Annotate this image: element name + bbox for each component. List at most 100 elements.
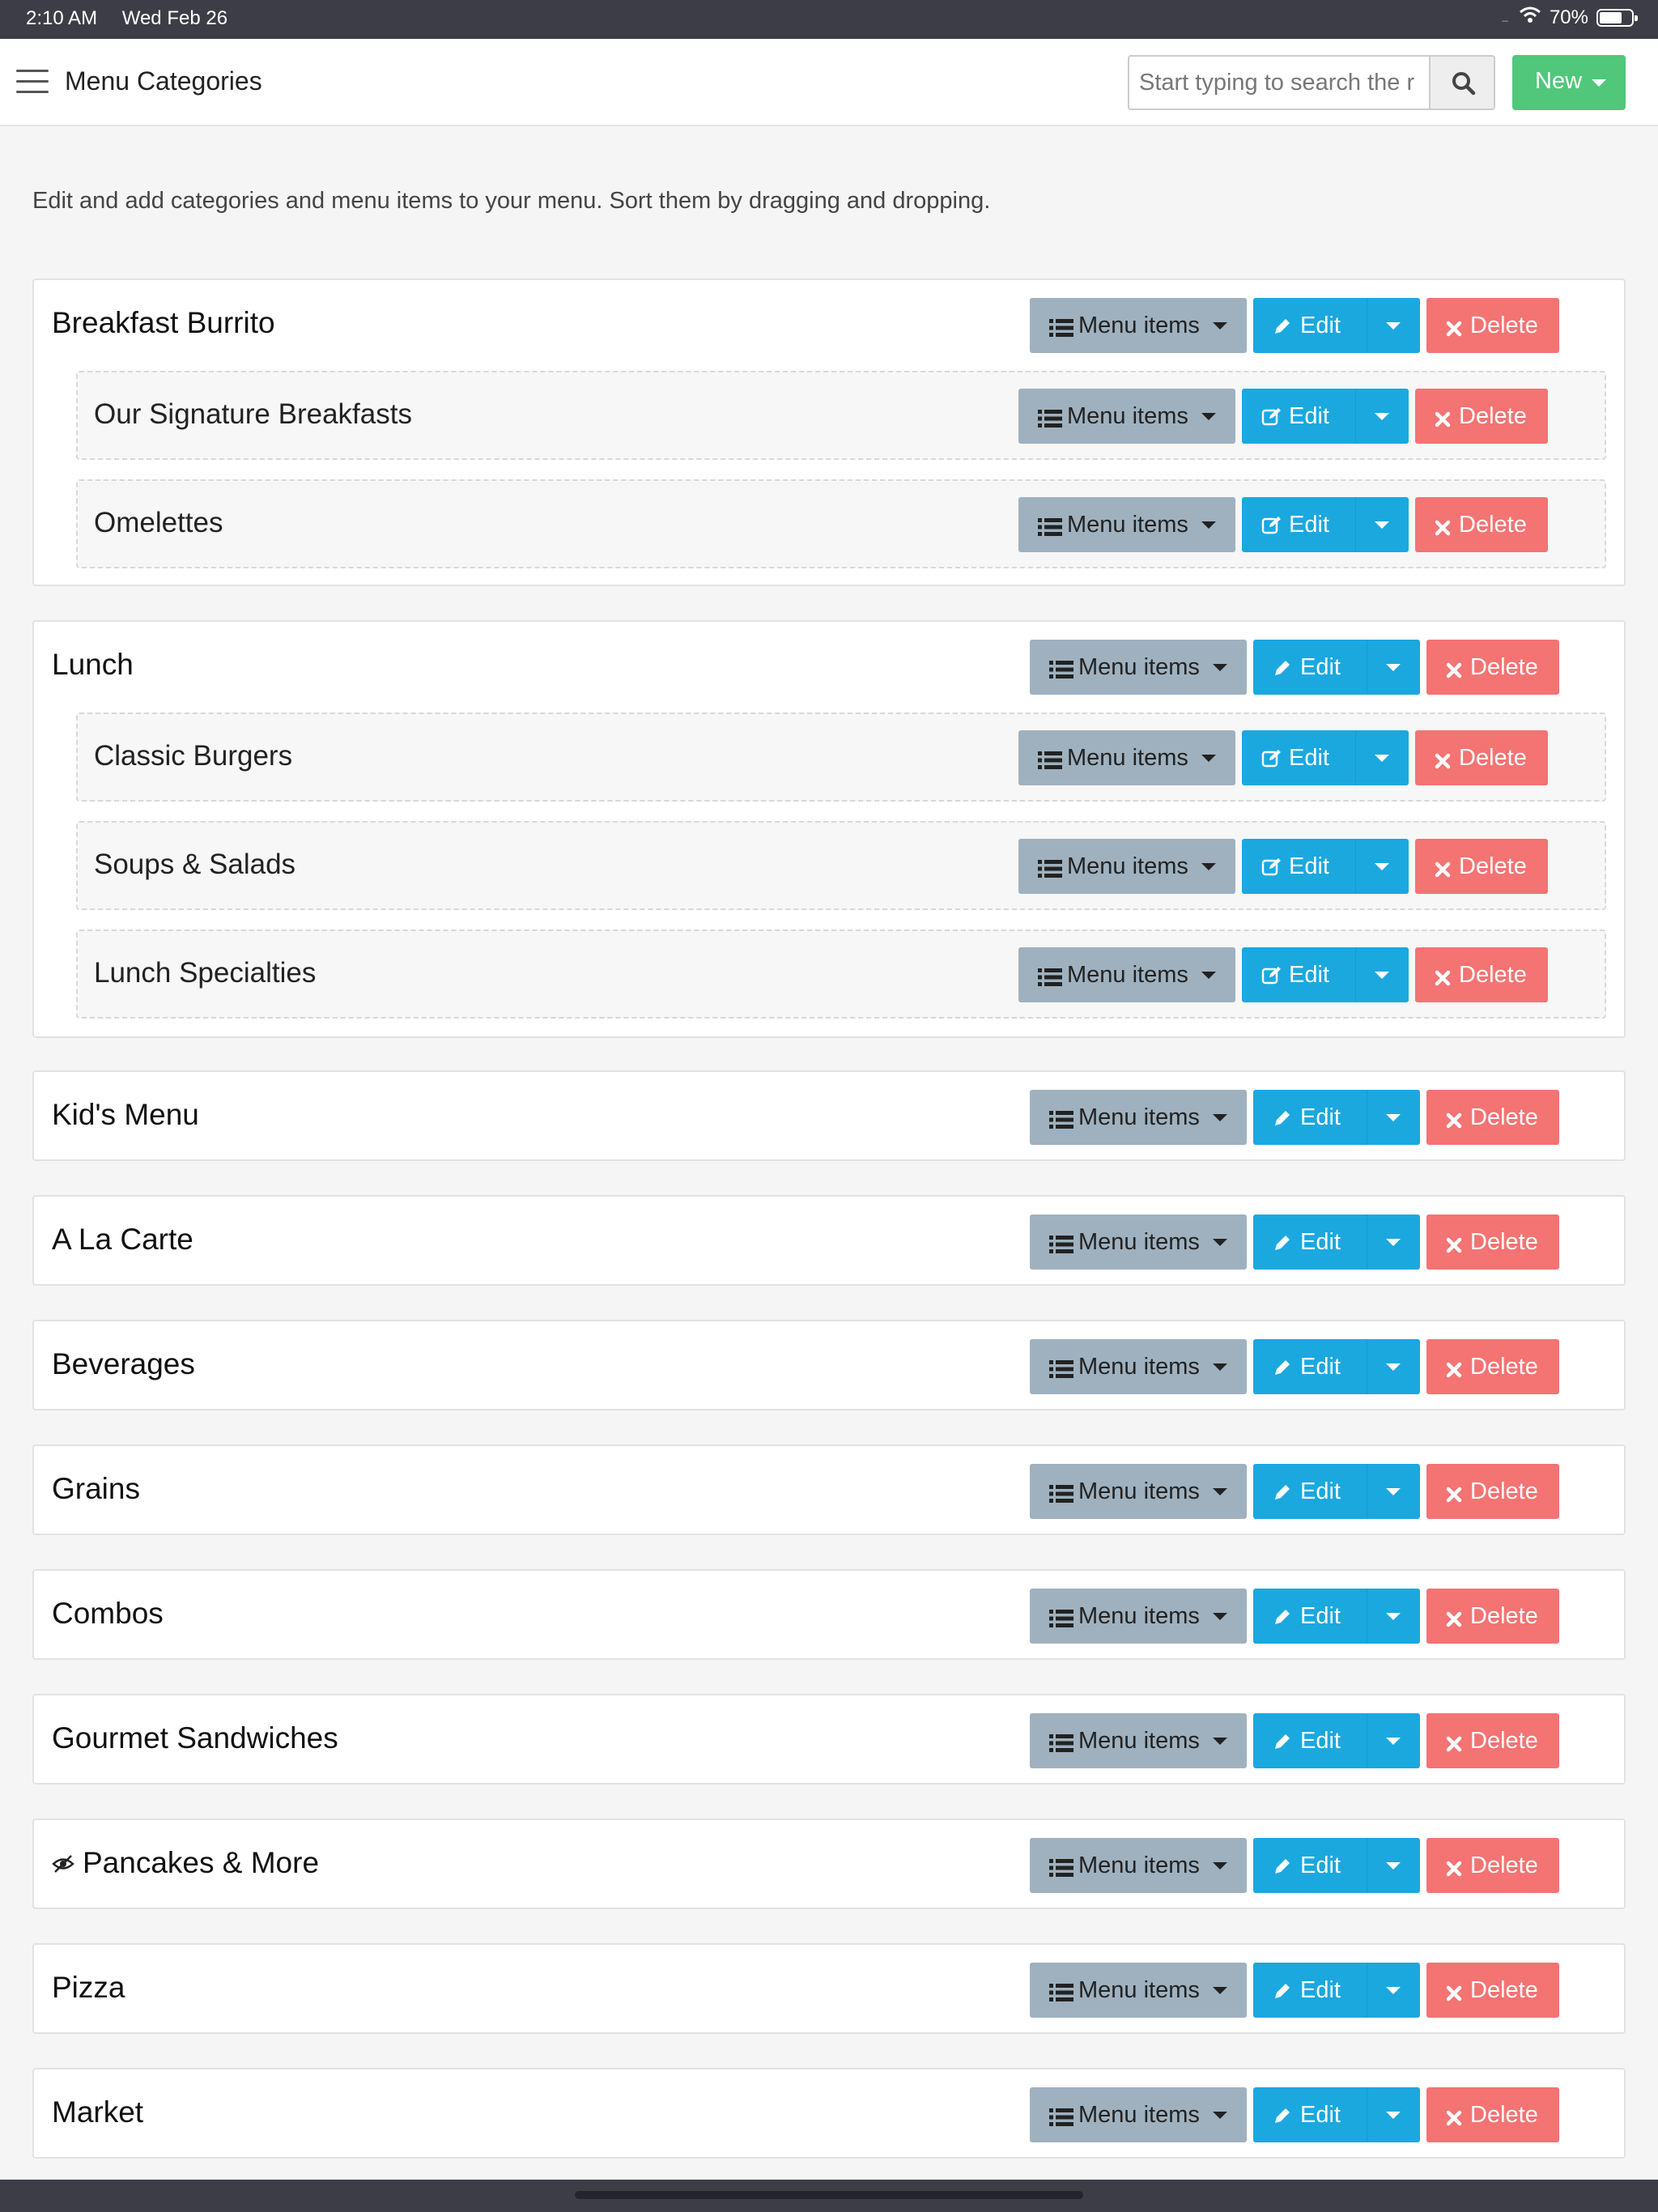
- pencil-icon: [1273, 1980, 1292, 2007]
- subcategory-card[interactable]: Our Signature Breakfasts Menu items Edit De…: [76, 371, 1606, 460]
- hamburger-menu-icon[interactable]: [16, 70, 49, 96]
- edit-dropdown-chevron-icon[interactable]: [1386, 1114, 1401, 1121]
- delete-label: Delete: [1459, 962, 1527, 988]
- delete-button[interactable]: Delete: [1426, 1339, 1559, 1394]
- menu-items-button[interactable]: Menu items: [1030, 1589, 1247, 1644]
- delete-button[interactable]: Delete: [1426, 2087, 1559, 2142]
- search-button[interactable]: [1429, 55, 1495, 110]
- edit-button[interactable]: Edit: [1253, 640, 1420, 695]
- edit-dropdown-chevron-icon[interactable]: [1375, 863, 1389, 870]
- menu-items-label: Menu items: [1078, 654, 1200, 680]
- row-actions: Menu items Edit Delete: [1030, 2087, 1559, 2142]
- category-card[interactable]: Gourmet Sandwiches Menu items Edit Delete: [32, 1694, 1626, 1784]
- edit-dropdown-chevron-icon[interactable]: [1386, 1862, 1401, 1870]
- wifi-icon: [1519, 6, 1541, 29]
- menu-items-button[interactable]: Menu items: [1030, 1214, 1247, 1270]
- edit-button[interactable]: Edit: [1253, 1339, 1420, 1394]
- menu-items-button[interactable]: Menu items: [1030, 1339, 1247, 1394]
- edit-button[interactable]: Edit: [1253, 1963, 1420, 2018]
- menu-items-button[interactable]: Menu items: [1030, 1464, 1247, 1519]
- edit-dropdown-chevron-icon[interactable]: [1386, 1613, 1401, 1620]
- category-card[interactable]: Beverages Menu items Edit Delete: [32, 1320, 1626, 1410]
- category-card[interactable]: Pancakes & More Menu items Edit Delete: [32, 1819, 1626, 1909]
- edit-dropdown-chevron-icon[interactable]: [1386, 1738, 1401, 1745]
- menu-items-button[interactable]: Menu items: [1018, 497, 1235, 552]
- menu-items-button[interactable]: Menu items: [1018, 839, 1235, 894]
- edit-button[interactable]: Edit: [1253, 1214, 1420, 1270]
- category-card[interactable]: Lunch Menu items Edit Delete Classic Burgers…: [32, 620, 1626, 1038]
- delete-label: Delete: [1459, 853, 1527, 879]
- delete-button[interactable]: Delete: [1426, 640, 1559, 695]
- chevron-down-icon: [1592, 79, 1606, 87]
- edit-dropdown-divider: [1355, 497, 1356, 552]
- edit-button[interactable]: Edit: [1253, 1090, 1420, 1145]
- delete-button[interactable]: Delete: [1426, 1214, 1559, 1270]
- delete-button[interactable]: Delete: [1426, 1963, 1559, 2018]
- menu-items-button[interactable]: Menu items: [1030, 1963, 1247, 2018]
- search-input[interactable]: [1128, 55, 1431, 110]
- category-card[interactable]: Grains Menu items Edit Delete: [32, 1444, 1626, 1535]
- edit-dropdown-chevron-icon[interactable]: [1386, 2112, 1401, 2119]
- edit-dropdown-chevron-icon[interactable]: [1375, 521, 1389, 529]
- menu-items-button[interactable]: Menu items: [1030, 1838, 1247, 1893]
- subcategory-card[interactable]: Lunch Specialties Menu items Edit Delete: [76, 929, 1606, 1019]
- edit-button[interactable]: Edit: [1242, 497, 1409, 552]
- menu-items-button[interactable]: Menu items: [1030, 640, 1247, 695]
- edit-button[interactable]: Edit: [1253, 1464, 1420, 1519]
- delete-button[interactable]: Delete: [1426, 298, 1559, 353]
- edit-dropdown-chevron-icon[interactable]: [1386, 1987, 1401, 1994]
- delete-button[interactable]: Delete: [1426, 1589, 1559, 1644]
- delete-button[interactable]: Delete: [1426, 1713, 1559, 1768]
- new-button[interactable]: New: [1512, 55, 1626, 110]
- category-card[interactable]: Breakfast Burrito Menu items Edit Delete Our…: [32, 279, 1626, 586]
- row-actions: Menu items Edit Delete: [1018, 839, 1548, 894]
- edit-button[interactable]: Edit: [1253, 1589, 1420, 1644]
- pencil-icon: [1273, 1482, 1292, 1508]
- subcategory-card[interactable]: Soups & Salads Menu items Edit Delete: [76, 821, 1606, 910]
- menu-items-button[interactable]: Menu items: [1018, 730, 1235, 785]
- category-card[interactable]: Pizza Menu items Edit Delete: [32, 1943, 1626, 2034]
- edit-dropdown-chevron-icon[interactable]: [1386, 1363, 1401, 1371]
- edit-button[interactable]: Edit: [1253, 2087, 1420, 2142]
- subcategory-title: Soups & Salads: [94, 849, 296, 880]
- edit-square-icon: [1261, 857, 1282, 883]
- subcategory-title: Lunch Specialties: [94, 957, 317, 989]
- edit-button[interactable]: Edit: [1242, 839, 1409, 894]
- category-card[interactable]: A La Carte Menu items Edit Delete: [32, 1195, 1626, 1286]
- delete-button[interactable]: Delete: [1415, 389, 1548, 444]
- subcategory-title: Omelettes: [94, 507, 223, 538]
- edit-dropdown-chevron-icon[interactable]: [1386, 1239, 1401, 1246]
- edit-button[interactable]: Edit: [1253, 298, 1420, 353]
- edit-button[interactable]: Edit: [1253, 1838, 1420, 1893]
- edit-button[interactable]: Edit: [1242, 730, 1409, 785]
- category-card[interactable]: Combos Menu items Edit Delete: [32, 1569, 1626, 1660]
- edit-button[interactable]: Edit: [1242, 947, 1409, 1002]
- delete-button[interactable]: Delete: [1415, 497, 1548, 552]
- menu-items-button[interactable]: Menu items: [1030, 2087, 1247, 2142]
- delete-button[interactable]: Delete: [1426, 1838, 1559, 1893]
- edit-dropdown-chevron-icon[interactable]: [1386, 322, 1401, 330]
- menu-items-button[interactable]: Menu items: [1030, 1713, 1247, 1768]
- menu-items-button[interactable]: Menu items: [1030, 298, 1247, 353]
- category-card[interactable]: Market Menu items Edit Delete: [32, 2068, 1626, 2159]
- menu-items-button[interactable]: Menu items: [1018, 947, 1235, 1002]
- menu-items-button[interactable]: Menu items: [1018, 389, 1235, 444]
- delete-button[interactable]: Delete: [1426, 1090, 1559, 1145]
- edit-dropdown-chevron-icon[interactable]: [1386, 1488, 1401, 1495]
- menu-items-button[interactable]: Menu items: [1030, 1090, 1247, 1145]
- edit-button[interactable]: Edit: [1242, 389, 1409, 444]
- edit-dropdown-chevron-icon[interactable]: [1375, 972, 1389, 979]
- home-indicator[interactable]: [575, 2191, 1083, 2199]
- delete-button[interactable]: Delete: [1415, 947, 1548, 1002]
- edit-dropdown-chevron-icon[interactable]: [1386, 664, 1401, 671]
- row-actions: Menu items Edit Delete: [1030, 1713, 1559, 1768]
- edit-dropdown-chevron-icon[interactable]: [1375, 755, 1389, 762]
- edit-dropdown-chevron-icon[interactable]: [1375, 413, 1389, 420]
- delete-button[interactable]: Delete: [1415, 730, 1548, 785]
- edit-button[interactable]: Edit: [1253, 1713, 1420, 1768]
- category-card[interactable]: Kid's Menu Menu items Edit Delete: [32, 1070, 1626, 1161]
- subcategory-card[interactable]: Omelettes Menu items Edit Delete: [76, 479, 1606, 568]
- delete-button[interactable]: Delete: [1415, 839, 1548, 894]
- delete-button[interactable]: Delete: [1426, 1464, 1559, 1519]
- subcategory-card[interactable]: Classic Burgers Menu items Edit Delete: [76, 713, 1606, 802]
